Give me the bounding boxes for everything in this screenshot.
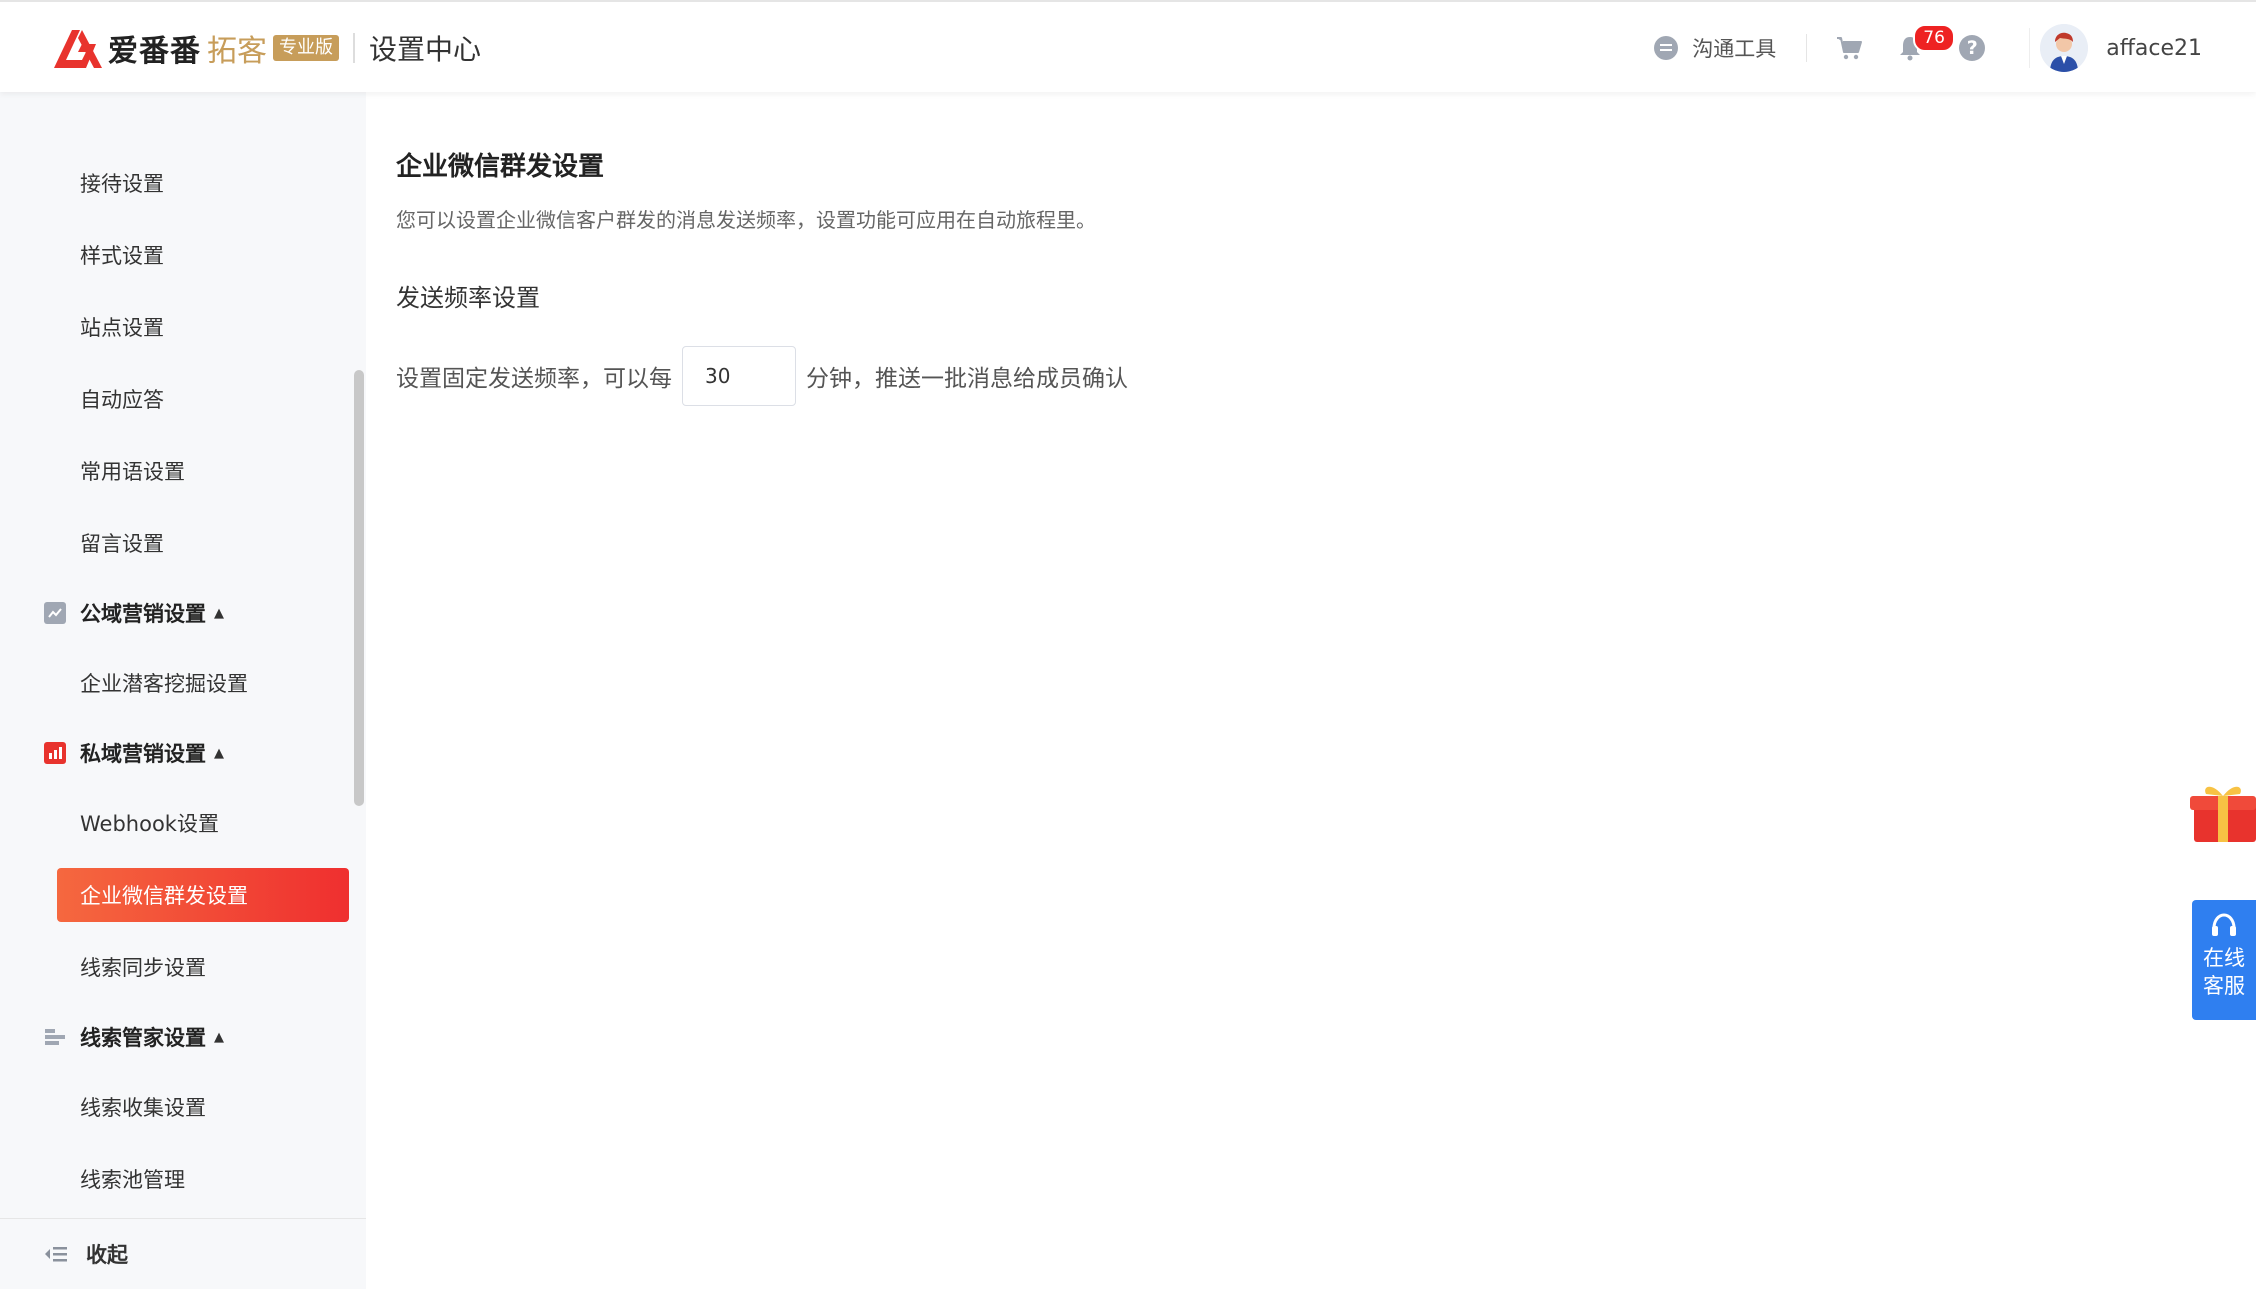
sidebar-item-message[interactable]: 留言设置 — [80, 528, 164, 558]
group-label: 线索管家设置 — [80, 1026, 206, 1050]
collapse-label: 收起 — [86, 1243, 128, 1267]
caret-up-icon: ▲ — [214, 1029, 224, 1045]
sidebar-group-lead-manager[interactable]: 线索管家设置 ▲ — [44, 1022, 224, 1052]
header-divider — [2029, 28, 2031, 68]
logo[interactable]: 爱番番 拓客 专业版 设置中心 — [52, 26, 481, 70]
sidebar-item-lead-collect[interactable]: 线索收集设置 — [80, 1092, 206, 1122]
sidebar-item-wechat-broadcast[interactable]: 企业微信群发设置 — [80, 880, 248, 910]
chart-line-icon — [44, 602, 66, 624]
service-label-line2: 客服 — [2203, 974, 2245, 998]
top-header: 爱番番 拓客 专业版 设置中心 沟通工具 76 ? afface21 — [0, 0, 2256, 92]
brand-sub: 拓客 — [207, 34, 267, 69]
sidebar-group-private-marketing[interactable]: 私域营销设置 ▲ — [44, 738, 224, 768]
header-divider — [1806, 34, 1808, 62]
online-service-button[interactable]: 在线 客服 — [2192, 900, 2256, 1020]
page-description: 您可以设置企业微信客户群发的消息发送频率，设置功能可应用在自动旅程里。 — [396, 208, 1096, 232]
user-avatar-icon — [2040, 24, 2089, 72]
list-icon — [44, 1026, 66, 1048]
page-title: 企业微信群发设置 — [396, 152, 605, 182]
notification-count-badge: 76 — [1913, 24, 1955, 52]
group-label: 私域营销设置 — [80, 742, 206, 766]
collapse-icon — [45, 1247, 67, 1262]
sidebar-item-site[interactable]: 站点设置 — [80, 312, 164, 342]
page-section-title: 设置中心 — [369, 33, 482, 66]
gift-icon[interactable] — [2190, 778, 2256, 844]
collapse-button[interactable]: 收起 — [0, 1218, 366, 1289]
sidebar-scrollbar[interactable] — [354, 370, 364, 806]
help-icon[interactable]: ? — [1959, 35, 1986, 61]
caret-up-icon: ▲ — [214, 605, 224, 621]
service-label-line1: 在线 — [2203, 946, 2245, 970]
sidebar-item-lead-sync[interactable]: 线索同步设置 — [80, 952, 206, 982]
sidebar-item-style[interactable]: 样式设置 — [80, 240, 164, 270]
sidebar-item-webhook[interactable]: Webhook设置 — [80, 808, 219, 838]
sidebar-item-potential-customers[interactable]: 企业潜客挖掘设置 — [80, 668, 248, 698]
brand-logo-icon — [54, 30, 102, 68]
frequency-row: 设置固定发送频率，可以每 分钟，推送一批消息给成员确认 — [396, 346, 1128, 406]
username[interactable]: afface21 — [2106, 36, 2202, 61]
sidebar-item-reception[interactable]: 接待设置 — [80, 168, 164, 198]
caret-up-icon: ▲ — [214, 745, 224, 761]
sidebar-item-lead-pool[interactable]: 线索池管理 — [80, 1164, 185, 1194]
notification-button[interactable]: 76 — [1897, 24, 1955, 62]
communication-tools-label: 沟通工具 — [1692, 37, 1777, 61]
header-actions: 沟通工具 76 ? afface21 — [1654, 2, 2256, 94]
logo-divider — [353, 33, 355, 63]
avatar[interactable] — [2040, 24, 2089, 72]
edition-badge: 专业版 — [273, 35, 339, 61]
sidebar-group-public-marketing[interactable]: 公域营销设置 ▲ — [44, 598, 224, 628]
group-label: 公域营销设置 — [80, 602, 206, 626]
sidebar: 接待设置 样式设置 站点设置 自动应答 常用语设置 留言设置 公域营销设置 ▲ … — [0, 92, 366, 1289]
headset-icon — [2212, 913, 2236, 936]
cart-icon[interactable] — [1835, 34, 1863, 62]
sidebar-item-common-phrases[interactable]: 常用语设置 — [80, 456, 185, 486]
chat-icon — [1654, 36, 1679, 60]
bar-chart-icon — [44, 742, 66, 764]
brand-name: 爱番番 — [108, 34, 201, 69]
section-title: 发送频率设置 — [396, 284, 540, 312]
frequency-suffix: 分钟，推送一批消息给成员确认 — [806, 366, 1128, 392]
sidebar-item-auto-reply[interactable]: 自动应答 — [80, 384, 164, 414]
communication-tools-button[interactable]: 沟通工具 — [1654, 33, 1776, 63]
frequency-input[interactable] — [682, 346, 796, 406]
frequency-prefix: 设置固定发送频率，可以每 — [396, 366, 672, 392]
